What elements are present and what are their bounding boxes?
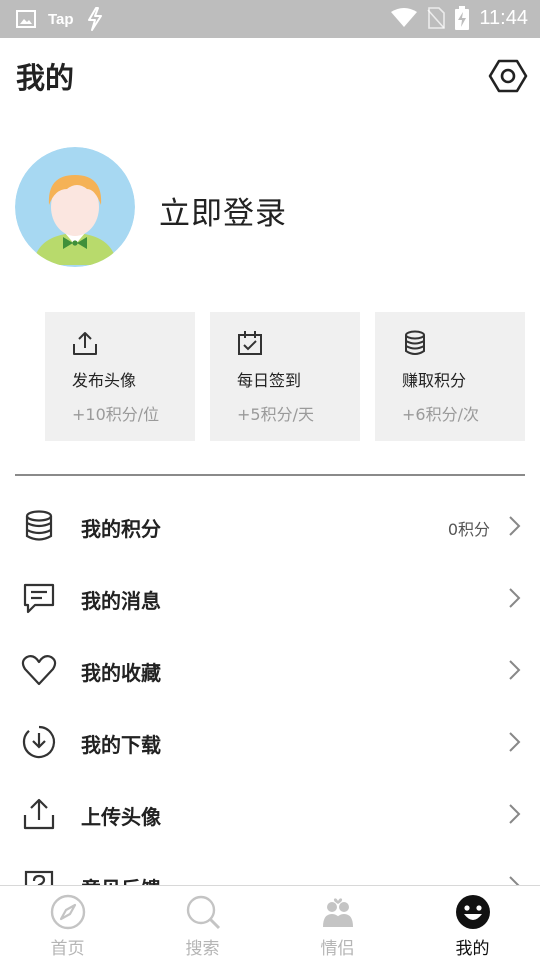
status-bar-left: Tap	[16, 7, 104, 31]
card-subtitle: +10积分/位	[72, 405, 160, 424]
coins-stack-icon	[405, 330, 425, 355]
settings-button[interactable]	[488, 56, 528, 96]
card-daily-checkin[interactable]: 每日签到 +5积分/天	[210, 312, 360, 441]
menu-item-label: 我的积分	[81, 517, 161, 541]
menu-item-my-points[interactable]: 我的积分 0积分	[0, 490, 540, 562]
wifi-icon	[391, 8, 418, 27]
menu-item-label: 我的消息	[81, 589, 161, 613]
menu-item-label: 我的收藏	[81, 661, 161, 685]
nav-item-couple[interactable]: 情侣	[270, 886, 405, 960]
action-cards: 发布头像 +10积分/位 每日签到 +5积分/天 赚取积分 +6积分/次	[45, 312, 525, 441]
nav-item-mine[interactable]: 我的	[405, 886, 540, 960]
download-icon	[22, 725, 56, 759]
status-time: 11:44	[479, 6, 528, 29]
menu-item-label: 意见反馈	[81, 873, 161, 885]
nav-label: 搜索	[185, 939, 220, 959]
search-icon	[186, 895, 220, 930]
card-title: 赚取积分	[402, 371, 467, 390]
feedback-icon	[24, 870, 54, 885]
battery-charging-icon	[455, 6, 470, 30]
upload-icon	[23, 798, 55, 830]
tap-notification-label: Tap	[48, 10, 74, 28]
nav-label: 我的	[455, 939, 490, 959]
page-title: 我的	[16, 61, 75, 95]
no-sim-icon	[427, 7, 446, 29]
status-bar-right: 11:44	[391, 6, 528, 30]
calendar-check-icon	[238, 331, 262, 355]
upload-icon	[73, 332, 97, 355]
menu-list: 我的积分 0积分 我的消息 我的收藏 我的下载 上传头像	[0, 490, 540, 885]
menu-item-my-favorites[interactable]: 我的收藏	[0, 634, 540, 706]
bolt-notification-icon	[87, 7, 102, 31]
menu-item-upload-avatar[interactable]: 上传头像	[0, 778, 540, 850]
login-link[interactable]: 立即登录	[159, 188, 287, 233]
smiley-icon	[455, 895, 490, 929]
card-title: 发布头像	[72, 371, 137, 390]
chevron-right-icon	[509, 732, 521, 752]
card-subtitle: +5积分/天	[237, 405, 314, 424]
chevron-right-icon	[509, 876, 520, 885]
image-notification-icon	[16, 10, 36, 28]
chevron-right-icon	[509, 516, 521, 536]
nav-item-search[interactable]: 搜索	[135, 886, 270, 960]
chevron-right-icon	[509, 660, 521, 680]
menu-item-feedback[interactable]: 意见反馈	[0, 850, 540, 885]
status-bar: Tap 11:44	[0, 0, 540, 38]
nav-label: 情侣	[320, 939, 355, 959]
card-earn-points[interactable]: 赚取积分 +6积分/次	[375, 312, 525, 441]
menu-item-my-messages[interactable]: 我的消息	[0, 562, 540, 634]
message-icon	[23, 583, 55, 614]
nav-label: 首页	[50, 939, 85, 959]
card-subtitle: +6积分/次	[402, 405, 479, 424]
couple-icon	[322, 898, 353, 927]
chevron-right-icon	[509, 588, 521, 608]
bottom-navigation: 首页 搜索 情侣 我的	[0, 885, 540, 960]
chevron-right-icon	[509, 804, 521, 824]
card-post-avatar[interactable]: 发布头像 +10积分/位	[45, 312, 195, 441]
nav-item-home[interactable]: 首页	[0, 886, 135, 960]
menu-item-label: 我的下载	[81, 733, 161, 757]
points-value: 0积分	[447, 520, 490, 539]
compass-icon	[50, 894, 85, 930]
section-divider	[15, 474, 525, 476]
heart-icon	[21, 655, 57, 686]
menu-item-my-downloads[interactable]: 我的下载	[0, 706, 540, 778]
avatar[interactable]	[15, 147, 135, 267]
settings-hexagon-icon	[488, 59, 528, 93]
default-avatar-illustration	[15, 147, 135, 267]
card-title: 每日签到	[237, 371, 302, 390]
coins-stack-icon	[25, 510, 53, 541]
menu-item-label: 上传头像	[81, 805, 161, 829]
